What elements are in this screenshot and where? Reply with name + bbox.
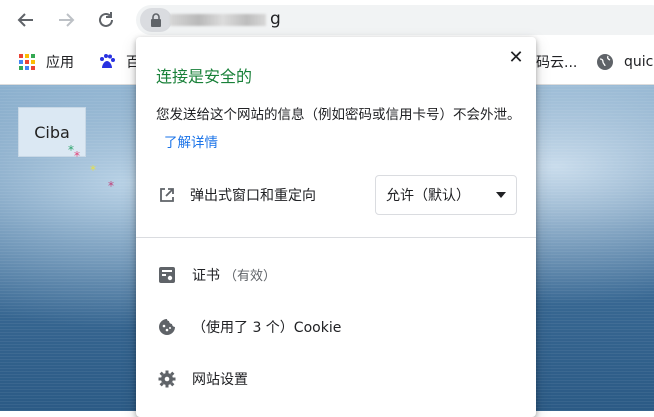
reload-button[interactable] — [92, 6, 120, 34]
arrow-left-icon — [17, 13, 33, 27]
lock-icon — [151, 13, 161, 27]
bookmark-gitee[interactable]: 码云... — [536, 52, 577, 72]
open-in-new-icon — [160, 188, 174, 202]
bookmark-apps[interactable]: 应用 — [18, 52, 74, 72]
site-info-popup: ✕ 连接是安全的 您发送给这个网站的信息（例如密码或信用卡号）不会外泄。了解详情… — [136, 37, 536, 417]
certificate-row[interactable]: 证书 （有效） — [136, 253, 536, 297]
close-button[interactable]: ✕ — [506, 46, 526, 68]
certificate-text: 证书 — [192, 268, 220, 284]
gear-icon — [158, 370, 176, 388]
site-settings-row[interactable]: 网站设置 — [136, 357, 536, 401]
description-text: 您发送给这个网站的信息（例如密码或信用卡号）不会外泄。 — [156, 107, 521, 123]
bookmark-quic[interactable]: quic — [596, 52, 653, 72]
close-icon: ✕ — [508, 46, 524, 68]
connection-secure-title: 连接是安全的 — [156, 67, 253, 86]
site-settings-label: 网站设置 — [192, 372, 248, 388]
sparkle-icon: * — [74, 149, 80, 163]
select-value: 允许（默认） — [386, 188, 470, 204]
bookmark-label: 码云... — [536, 55, 578, 71]
baidu-paw-icon — [98, 53, 116, 71]
site-info-button[interactable] — [140, 8, 172, 32]
popup-redirect-setting: 弹出式窗口和重定向 允许（默认） — [136, 175, 536, 217]
arrow-right-icon — [59, 13, 75, 27]
forward-button[interactable] — [52, 6, 80, 34]
chevron-down-icon — [496, 192, 506, 198]
popup-permission-select[interactable]: 允许（默认） — [375, 175, 517, 215]
ciba-label: Ciba — [34, 122, 70, 142]
divider — [136, 237, 536, 238]
sparkle-icon: * — [108, 179, 114, 193]
cookies-label: （使用了 3 个）Cookie — [192, 320, 342, 336]
bookmark-baidu[interactable]: 百 — [98, 52, 140, 72]
certificate-status: （有效） — [224, 269, 277, 284]
cookies-row[interactable]: （使用了 3 个）Cookie — [136, 305, 536, 349]
url-text: g — [270, 9, 281, 29]
certificate-icon — [159, 267, 175, 283]
globe-icon — [596, 53, 614, 71]
url-redacted — [170, 14, 266, 26]
address-bar[interactable]: g — [136, 5, 654, 35]
popup-setting-label: 弹出式窗口和重定向 — [190, 188, 316, 204]
back-button[interactable] — [12, 6, 40, 34]
learn-more-link[interactable]: 了解详情 — [164, 135, 218, 151]
bookmark-label: quic — [624, 54, 654, 70]
reload-icon — [99, 12, 113, 27]
security-description: 您发送给这个网站的信息（例如密码或信用卡号）不会外泄。了解详情 — [156, 101, 524, 157]
apps-grid-icon — [18, 53, 36, 71]
cookie-icon — [159, 319, 175, 335]
sparkle-icon: * — [90, 163, 96, 177]
browser-toolbar: g — [0, 0, 654, 40]
bookmark-label: 应用 — [46, 55, 74, 71]
certificate-label: 证书 （有效） — [192, 265, 276, 285]
